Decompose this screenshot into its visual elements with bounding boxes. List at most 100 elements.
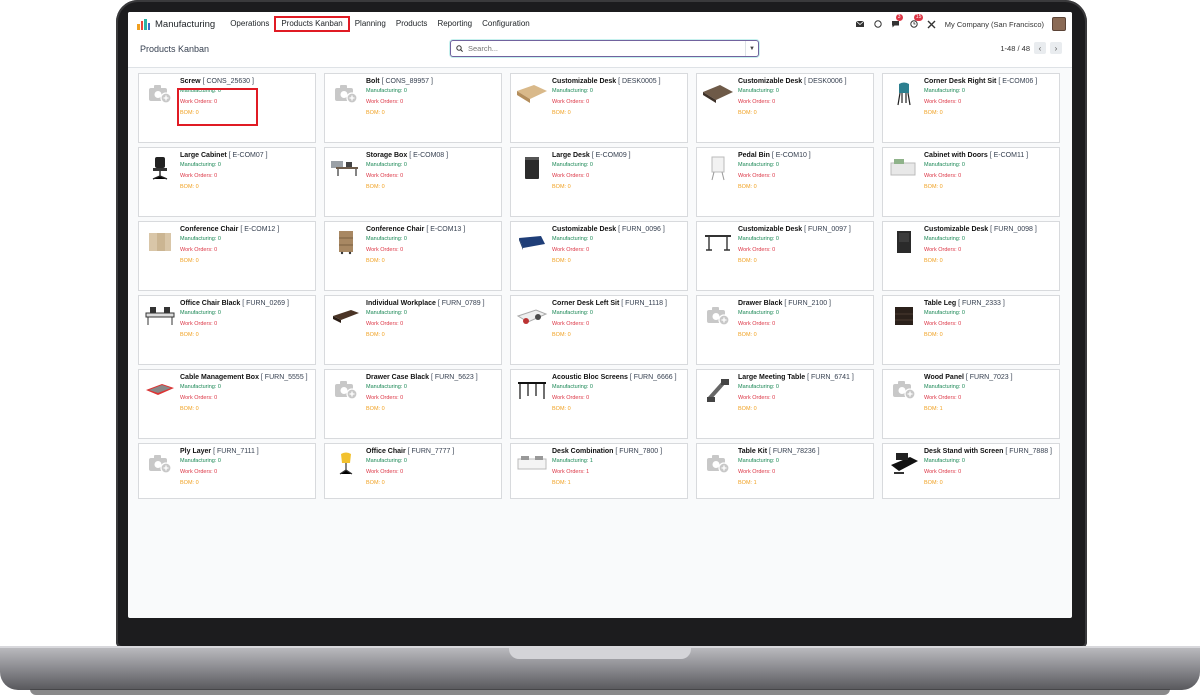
pager-next-button[interactable]: › — [1050, 42, 1062, 54]
work-orders-label: Work Orders: — [180, 321, 213, 327]
work-orders-count: Work Orders: 0 — [552, 97, 683, 108]
work-orders-value: 0 — [214, 321, 218, 327]
product-card[interactable]: Office Chair [ FURN_7777 ] Manufacturing:… — [324, 443, 502, 499]
product-card[interactable]: Table Leg [ FURN_2333 ] Manufacturing: 0W… — [882, 295, 1060, 365]
user-avatar[interactable] — [1052, 17, 1066, 31]
product-title: Cabinet with Doors [ E-COM11 ] — [924, 151, 1055, 160]
pager-previous-button[interactable]: ‹ — [1034, 42, 1046, 54]
product-card[interactable]: Conference Chair [ E-COM13 ] Manufacturin… — [324, 221, 502, 291]
product-card[interactable]: Customizable Desk [ FURN_0096 ] Manufactu… — [510, 221, 688, 291]
company-switcher[interactable]: My Company (San Francisco) — [945, 20, 1044, 29]
product-card[interactable]: Acoustic Bloc Screens [ FURN_6666 ] Manuf… — [510, 369, 688, 439]
work-orders-label: Work Orders: — [366, 99, 399, 105]
manufacturing-value: 0 — [217, 458, 221, 464]
product-card[interactable]: Bolt [ CONS_89957 ] Manufacturing: 0 Work … — [324, 73, 502, 143]
bom-count: BOM: 0 — [180, 256, 311, 267]
camera-placeholder-icon — [330, 78, 362, 110]
app-name[interactable]: Manufacturing — [155, 19, 215, 30]
product-card[interactable]: Cable Management Box [ FURN_5555 ] Manufa… — [138, 369, 316, 439]
manufacturing-label: Manufacturing: — [366, 384, 403, 390]
tools-icon[interactable] — [927, 19, 937, 29]
product-code: [ FURN_5555 ] — [260, 374, 308, 381]
product-card[interactable]: Customizable Desk [ FURN_0097 ] Manufactu… — [696, 221, 874, 291]
work-orders-value: 0 — [772, 99, 776, 105]
menu-products-kanban[interactable]: Products Kanban — [274, 16, 350, 32]
product-card[interactable]: Storage Box [ E-COM08 ] Manufacturing: 0W… — [324, 147, 502, 217]
manufacturing-value: 0 — [961, 384, 965, 390]
product-title: Screw [ CONS_25630 ] — [180, 77, 311, 86]
product-card[interactable]: Wood Panel [ FURN_7023 ] Manufacturing: 0… — [882, 369, 1060, 439]
work-orders-count: Work Orders: 0 — [366, 171, 497, 182]
product-title: Ply Layer [ FURN_7111 ] — [180, 447, 311, 456]
product-code: [ E-COM13 ] — [426, 226, 466, 233]
product-title: Drawer Black [ FURN_2100 ] — [738, 299, 869, 308]
product-image — [330, 226, 362, 258]
product-card[interactable]: Customizable Desk [ DESK0006 ] Manufactur… — [696, 73, 874, 143]
work-orders-count: Work Orders: 0 — [366, 393, 497, 404]
product-card[interactable]: Individual Workplace [ FURN_0789 ] Manufa… — [324, 295, 502, 365]
product-card[interactable]: Conference Chair [ E-COM12 ] Manufacturin… — [138, 221, 316, 291]
product-card[interactable]: Office Chair Black [ FURN_0269 ] Manufact… — [138, 295, 316, 365]
product-image — [144, 300, 176, 332]
menu-configuration[interactable]: Configuration — [477, 16, 535, 32]
manufacturing-label: Manufacturing: — [738, 236, 775, 242]
product-name: Wood Panel — [924, 374, 964, 381]
manufacturing-count: Manufacturing: 0 — [738, 308, 869, 319]
menu-planning[interactable]: Planning — [350, 16, 391, 32]
work-orders-count: Work Orders: 0 — [180, 319, 311, 330]
product-name: Drawer Black — [738, 300, 783, 307]
bom-value: 0 — [753, 332, 757, 338]
product-name: Table Kit — [738, 448, 768, 455]
product-card[interactable]: Desk Combination [ FURN_7800 ] Manufactur… — [510, 443, 688, 499]
search-input[interactable] — [466, 43, 740, 54]
product-code: [ FURN_7111 ] — [213, 448, 259, 455]
bom-label: BOM: — [552, 110, 567, 116]
work-orders-label: Work Orders: — [180, 395, 213, 401]
bom-value: 0 — [195, 480, 199, 486]
manufacturing-value: 0 — [217, 236, 221, 242]
product-card[interactable]: Large Desk [ E-COM09 ] Manufacturing: 0 Wo… — [510, 147, 688, 217]
menu-operations[interactable]: Operations — [225, 16, 274, 32]
product-card[interactable]: Corner Desk Left Sit [ FURN_1118 ] Manufa… — [510, 295, 688, 365]
product-code: [ E-COM06 ] — [998, 78, 1038, 85]
manufacturing-app-icon[interactable] — [137, 18, 150, 30]
product-info: Bolt [ CONS_89957 ] Manufacturing: 0 Work … — [366, 77, 497, 119]
product-title: Acoustic Bloc Screens [ FURN_6666 ] — [552, 373, 683, 382]
product-card[interactable]: Drawer Case Black [ FURN_5623 ] Manufactu… — [324, 369, 502, 439]
chat-icon[interactable]: 3 — [891, 14, 903, 29]
product-title: Drawer Case Black [ FURN_5623 ] — [366, 373, 497, 382]
product-card[interactable]: Pedal Bin [ E-COM10 ] Manufacturing: 0 Wor… — [696, 147, 874, 217]
product-card[interactable]: Customizable Desk [ DESK0005 ] Manufactur… — [510, 73, 688, 143]
product-card[interactable]: Drawer Black [ FURN_2100 ] Manufacturing:… — [696, 295, 874, 365]
work-orders-value: 0 — [214, 469, 218, 475]
manufacturing-count: Manufacturing: 0 — [738, 382, 869, 393]
product-card[interactable]: Customizable Desk [ FURN_0098 ] Manufactu… — [882, 221, 1060, 291]
work-orders-count: Work Orders: 0 — [738, 393, 869, 404]
activity-clock-icon[interactable]: 15 — [909, 14, 924, 29]
product-card[interactable]: Large Cabinet [ E-COM07 ] Manufacturing: … — [138, 147, 316, 217]
product-card[interactable]: Corner Desk Right Sit [ E-COM06 ] Manufac… — [882, 73, 1060, 143]
envelope-icon[interactable] — [855, 19, 865, 29]
product-card[interactable]: Ply Layer [ FURN_7111 ] Manufacturing: 0W… — [138, 443, 316, 499]
whatsapp-icon[interactable] — [873, 19, 883, 29]
search-options-toggle[interactable]: ▼ — [745, 41, 758, 56]
product-card[interactable]: Cabinet with Doors [ E-COM11 ] Manufactur… — [882, 147, 1060, 217]
product-card[interactable]: Table Kit [ FURN_78236 ] Manufacturing: 0… — [696, 443, 874, 499]
product-card[interactable]: Large Meeting Table [ FURN_6741 ] Manufac… — [696, 369, 874, 439]
manufacturing-count: Manufacturing: 0 — [924, 86, 1055, 97]
product-info: Customizable Desk [ DESK0005 ] Manufactur… — [552, 77, 683, 119]
manufacturing-label: Manufacturing: — [924, 458, 961, 464]
camera-placeholder-icon — [144, 448, 176, 480]
product-card[interactable]: Screw [ CONS_25630 ] Manufacturing: 0 Work… — [138, 73, 316, 143]
product-card[interactable]: Desk Stand with Screen [ FURN_7888 ] Manu… — [882, 443, 1060, 499]
bom-count: BOM: 0 — [552, 330, 683, 341]
bom-value: 0 — [567, 110, 571, 116]
product-info: Desk Stand with Screen [ FURN_7888 ] Manu… — [924, 447, 1055, 489]
bom-value: 0 — [567, 258, 571, 264]
product-code: [ FURN_0096 ] — [618, 226, 665, 233]
product-title: Desk Stand with Screen [ FURN_7888 ] — [924, 447, 1055, 456]
product-name: Bolt — [366, 78, 380, 85]
pager-value[interactable]: 1-48 / 48 — [1000, 44, 1030, 53]
menu-reporting[interactable]: Reporting — [432, 16, 477, 32]
menu-products[interactable]: Products — [391, 16, 433, 32]
